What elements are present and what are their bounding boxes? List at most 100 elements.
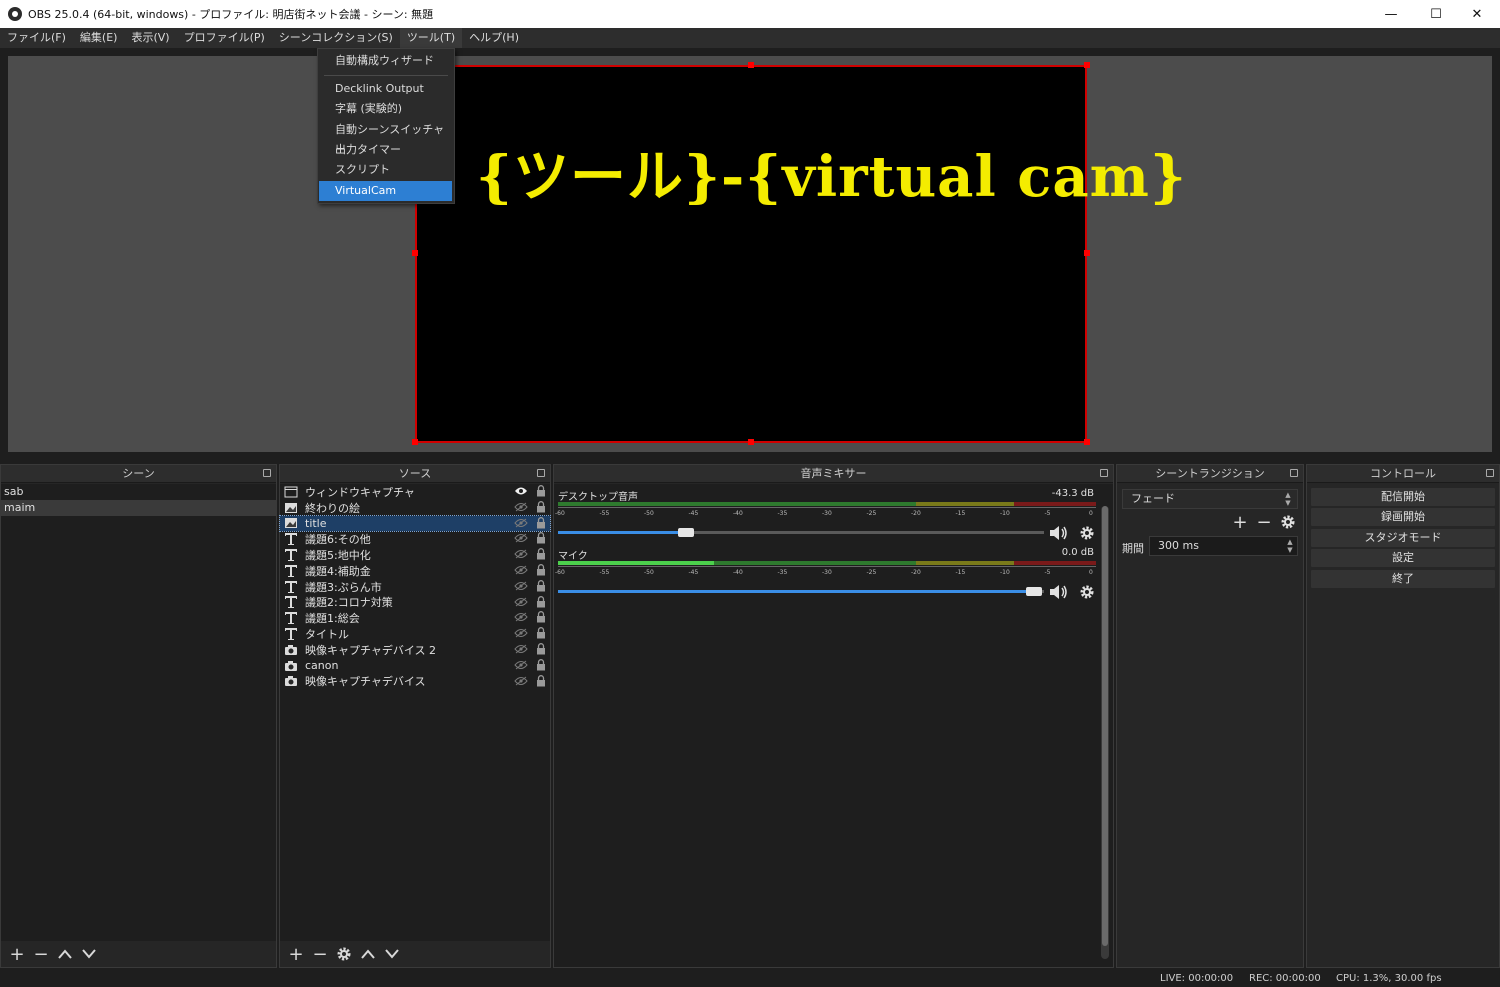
eye-hidden-icon[interactable]: [514, 660, 528, 671]
remove-transition-button[interactable]: −: [1253, 511, 1275, 533]
close-button[interactable]: ✕: [1454, 0, 1500, 28]
source-item[interactable]: 議題6:その他: [280, 531, 550, 547]
sources-list[interactable]: ウィンドウキャプチャ 終わりの絵 title 議題6:その他 議題5:地中化 議題4:補助…: [279, 484, 551, 941]
lock-icon[interactable]: [536, 595, 546, 609]
eye-icon[interactable]: [514, 486, 528, 497]
source-item[interactable]: title: [279, 514, 551, 533]
duration-spinbox[interactable]: 300 ms: [1149, 536, 1298, 556]
lock-icon[interactable]: [536, 674, 546, 688]
menu-item-decklink-output[interactable]: Decklink Output: [319, 79, 452, 99]
menu-item-output-timer[interactable]: 出力タイマー: [319, 140, 452, 160]
menu-item-auto-scene-switcher[interactable]: 自動シーンスイッチャー: [319, 120, 452, 156]
source-item[interactable]: 映像キャプチャデバイス: [280, 674, 550, 690]
menu-edit[interactable]: 編集(E): [73, 28, 125, 48]
start-streaming-button[interactable]: 配信開始: [1311, 488, 1495, 506]
lock-icon[interactable]: [536, 627, 546, 640]
menu-scene-collection[interactable]: シーンコレクション(S): [272, 28, 400, 48]
scenes-list[interactable]: sab maim: [1, 484, 276, 941]
lock-icon[interactable]: [536, 579, 546, 593]
dock-float-icon[interactable]: [1486, 469, 1494, 477]
source-item[interactable]: 終わりの絵: [280, 500, 550, 516]
menu-item-virtualcam[interactable]: VirtualCam: [319, 181, 452, 201]
exit-button[interactable]: 終了: [1311, 570, 1495, 588]
source-item[interactable]: ウィンドウキャプチャ: [280, 484, 550, 500]
move-up-button[interactable]: [356, 943, 380, 965]
eye-hidden-icon[interactable]: [514, 612, 528, 623]
lock-icon[interactable]: [536, 643, 546, 656]
source-item[interactable]: 議題1:総会: [280, 610, 550, 626]
lock-icon[interactable]: [536, 485, 546, 498]
eye-hidden-icon[interactable]: [514, 676, 528, 687]
transition-properties-button[interactable]: [1277, 511, 1299, 533]
lock-icon[interactable]: [536, 516, 546, 530]
maximize-button[interactable]: ☐: [1413, 0, 1459, 28]
source-item[interactable]: タイトル: [280, 626, 550, 642]
lock-icon[interactable]: [536, 564, 546, 577]
lock-icon[interactable]: [536, 611, 546, 624]
eye-hidden-icon[interactable]: [514, 565, 528, 576]
move-down-button[interactable]: [380, 943, 404, 965]
eye-hidden-icon[interactable]: [514, 518, 528, 529]
resize-handle[interactable]: [748, 62, 754, 68]
resize-handle[interactable]: [748, 439, 754, 445]
add-scene-button[interactable]: +: [5, 943, 29, 965]
source-item[interactable]: 議題4:補助金: [280, 563, 550, 579]
dock-float-icon[interactable]: [1100, 469, 1108, 477]
volume-slider[interactable]: [558, 526, 1044, 540]
track-settings-button[interactable]: [1076, 524, 1098, 542]
source-item[interactable]: 映像キャプチャデバイス 2: [280, 642, 550, 658]
scene-item[interactable]: maim: [1, 500, 276, 516]
lock-icon[interactable]: [536, 658, 546, 672]
source-item[interactable]: canon: [280, 658, 550, 674]
remove-source-button[interactable]: −: [308, 943, 332, 965]
volume-slider[interactable]: [558, 585, 1044, 599]
start-recording-button[interactable]: 録画開始: [1311, 508, 1495, 526]
add-transition-button[interactable]: +: [1229, 511, 1251, 533]
dock-float-icon[interactable]: [1290, 469, 1298, 477]
settings-button[interactable]: 設定: [1311, 549, 1495, 567]
eye-hidden-icon[interactable]: [514, 533, 528, 544]
eye-hidden-icon[interactable]: [514, 644, 528, 655]
source-item[interactable]: 議題2:コロナ対策: [280, 595, 550, 611]
dock-float-icon[interactable]: [537, 469, 545, 477]
mixer-scrollbar-thumb[interactable]: [1102, 506, 1108, 946]
menu-tools[interactable]: ツール(T): [399, 28, 463, 48]
resize-handle[interactable]: [412, 250, 418, 256]
slider-knob[interactable]: [1026, 587, 1042, 596]
source-item[interactable]: 議題3:ぷらん市: [280, 579, 550, 595]
eye-hidden-icon[interactable]: [514, 502, 528, 513]
eye-hidden-icon[interactable]: [514, 597, 528, 608]
transition-select[interactable]: フェード ▲ ▼: [1122, 489, 1298, 509]
move-up-button[interactable]: [53, 943, 77, 965]
resize-handle[interactable]: [1084, 439, 1090, 445]
menu-help[interactable]: ヘルプ(H): [462, 28, 526, 48]
slider-knob[interactable]: [678, 528, 694, 537]
mute-button[interactable]: [1048, 524, 1070, 542]
resize-handle[interactable]: [1084, 250, 1090, 256]
move-down-button[interactable]: [77, 943, 101, 965]
track-settings-button[interactable]: [1076, 583, 1098, 601]
lock-icon[interactable]: [536, 532, 546, 545]
menu-item-captions[interactable]: 字幕 (実験的): [319, 99, 452, 119]
studio-mode-button[interactable]: スタジオモード: [1311, 529, 1495, 547]
remove-scene-button[interactable]: −: [29, 943, 53, 965]
add-source-button[interactable]: +: [284, 943, 308, 965]
menu-file[interactable]: ファイル(F): [0, 28, 73, 48]
menu-view[interactable]: 表示(V): [124, 28, 176, 48]
menu-item-scripts[interactable]: スクリプト: [319, 160, 452, 180]
eye-hidden-icon[interactable]: [514, 549, 528, 560]
menu-item-auto-config-wizard[interactable]: 自動構成ウィザード: [319, 51, 452, 71]
eye-hidden-icon[interactable]: [514, 581, 528, 592]
lock-icon[interactable]: [536, 500, 546, 514]
scene-item[interactable]: sab: [1, 484, 276, 500]
resize-handle[interactable]: [412, 439, 418, 445]
source-properties-button[interactable]: [332, 943, 356, 965]
mute-button[interactable]: [1048, 583, 1070, 601]
dock-float-icon[interactable]: [263, 469, 271, 477]
menu-profile[interactable]: プロファイル(P): [177, 28, 272, 48]
preview-canvas[interactable]: [415, 65, 1087, 443]
resize-handle[interactable]: [1084, 62, 1090, 68]
eye-hidden-icon[interactable]: [514, 628, 528, 639]
spin-arrows-icon[interactable]: ▲ ▼: [1285, 538, 1295, 554]
minimize-button[interactable]: —: [1368, 0, 1414, 28]
